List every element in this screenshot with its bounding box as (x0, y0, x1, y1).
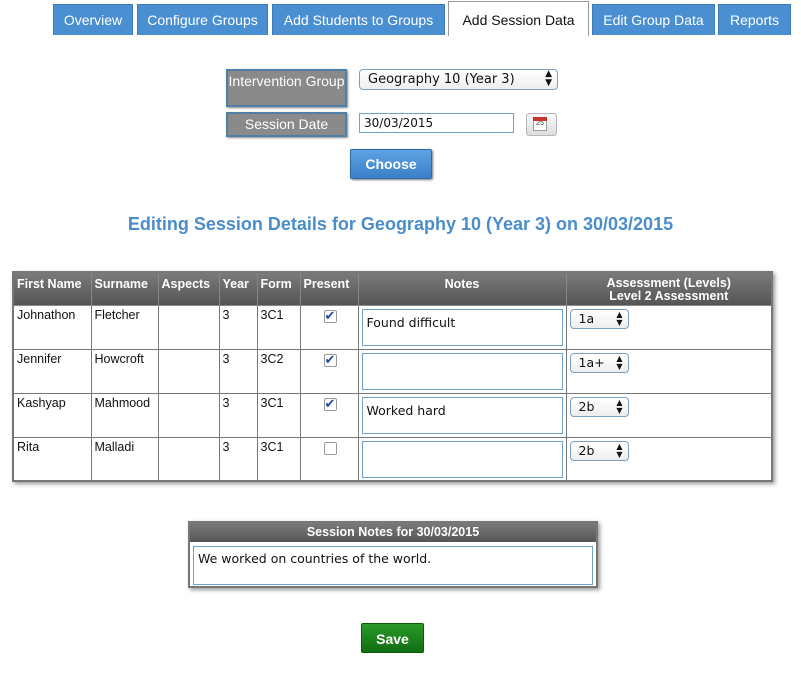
intervention-group-value: Geography 10 (Year 3) (368, 72, 515, 87)
assessment-header-line1: Assessment (Levels) (606, 276, 731, 290)
assessment-cell: 1a ▲ ▼ (565, 304, 773, 350)
session-date-label: Session Date (226, 112, 347, 137)
aspects-cell (157, 348, 220, 394)
save-button[interactable]: Save (361, 623, 424, 653)
level-value: 2b (578, 398, 595, 414)
col-notes: Notes (357, 271, 567, 306)
notes-cell (357, 348, 567, 394)
calendar-button[interactable]: 25 (526, 113, 557, 136)
year-cell: 3 (218, 304, 258, 350)
tab-overview[interactable]: Overview (53, 4, 133, 35)
col-surname: Surname (90, 271, 159, 306)
table-row: Rita Malladi 3 3C1 2b ▲ ▼ (12, 436, 773, 482)
select-arrows-icon: ▲ ▼ (616, 309, 623, 327)
year-cell: 3 (218, 436, 258, 482)
tab-reports[interactable]: Reports (718, 4, 791, 35)
session-table: First Name Surname Aspects Year Form Pre… (12, 271, 773, 482)
present-cell (299, 348, 359, 394)
level-value: 1a+ (578, 354, 605, 370)
col-form: Form (256, 271, 301, 306)
tab-bar: Overview Configure Groups Add Students t… (0, 0, 801, 36)
intervention-group-select[interactable]: Geography 10 (Year 3) ▲ ▼ (359, 69, 558, 90)
aspects-cell (157, 392, 220, 438)
assessment-cell: 2b ▲ ▼ (565, 392, 773, 438)
level-value: 1a (578, 310, 595, 326)
form-cell: 3C1 (256, 304, 301, 350)
form-cell: 3C1 (256, 392, 301, 438)
notes-cell: Worked hard (357, 392, 567, 438)
table-row: JohnathonFletcher 33C1 Found difficult 1a ▲▼ (12, 304, 773, 350)
assessment-header-line2: Level 2 Assessment (609, 289, 729, 303)
level-select[interactable]: 2b ▲ ▼ (569, 396, 629, 417)
notes-textarea[interactable]: Found difficult (361, 308, 563, 346)
tab-configure-groups[interactable]: Configure Groups (137, 4, 268, 35)
notes-cell (357, 436, 567, 482)
col-assessment: Assessment (Levels) Level 2 Assessment (565, 271, 773, 306)
present-checkbox[interactable] (323, 352, 337, 368)
present-checkbox[interactable] (323, 396, 337, 412)
session-notes-textarea[interactable]: We worked on countries of the world. (193, 546, 593, 585)
level-select[interactable]: 1a+ ▲ ▼ (569, 352, 629, 373)
select-arrows-icon: ▲ ▼ (616, 441, 623, 459)
page-heading: Editing Session Details for Geography 10… (127, 214, 674, 234)
notes-cell: Found difficult (357, 304, 567, 350)
session-date-input[interactable]: 30/03/2015 (359, 113, 514, 133)
form-cell: 3C1 (256, 436, 301, 482)
first-name-cell: Jennifer (12, 348, 92, 394)
table-row: JenniferHowcroft 33C2 1a+ ▲▼ (12, 348, 773, 394)
present-cell (299, 436, 359, 482)
table-row: KashyapMahmood 33C1 Worked hard 2b ▲▼ (12, 392, 773, 438)
calendar-icon: 25 (533, 117, 547, 131)
session-notes-title: Session Notes for 30/03/2015 (190, 523, 596, 542)
col-first-name: First Name (12, 271, 92, 306)
intervention-group-label: Intervention Group (226, 69, 347, 107)
present-cell (299, 392, 359, 438)
tab-add-session-data[interactable]: Add Session Data (448, 1, 589, 36)
choose-button[interactable]: Choose (350, 149, 432, 179)
assessment-cell: 2b ▲ ▼ (565, 436, 773, 482)
tab-edit-group-data[interactable]: Edit Group Data (592, 4, 715, 35)
level-select[interactable]: 1a ▲ ▼ (569, 308, 629, 329)
col-aspects: Aspects (157, 271, 220, 306)
surname-cell: Mahmood (90, 392, 159, 438)
notes-textarea[interactable] (361, 440, 563, 478)
aspects-cell (157, 436, 220, 482)
notes-textarea[interactable] (361, 352, 563, 390)
col-present: Present (299, 271, 359, 306)
year-cell: 3 (218, 348, 258, 394)
col-year: Year (218, 271, 258, 306)
select-arrows-icon: ▲ ▼ (545, 69, 552, 88)
level-select[interactable]: 2b ▲ ▼ (569, 440, 629, 461)
surname-cell: Malladi (90, 436, 159, 482)
present-checkbox[interactable] (323, 308, 337, 324)
session-notes-panel: Session Notes for 30/03/2015 We worked o… (188, 521, 598, 588)
first-name-cell: Kashyap (12, 392, 92, 438)
select-arrows-icon: ▲ ▼ (616, 397, 623, 415)
select-arrows-icon: ▲ ▼ (616, 353, 623, 371)
present-checkbox[interactable] (323, 441, 337, 455)
form-cell: 3C2 (256, 348, 301, 394)
aspects-cell (157, 304, 220, 350)
first-name-cell: Rita (12, 436, 92, 482)
level-value: 2b (578, 442, 595, 458)
assessment-cell: 1a+ ▲ ▼ (565, 348, 773, 394)
notes-textarea[interactable]: Worked hard (361, 396, 563, 434)
surname-cell: Howcroft (90, 348, 159, 394)
surname-cell: Fletcher (90, 304, 159, 350)
present-cell (299, 304, 359, 350)
year-cell: 3 (218, 392, 258, 438)
first-name-cell: Johnathon (12, 304, 92, 350)
tab-add-students-to-groups[interactable]: Add Students to Groups (272, 4, 445, 35)
